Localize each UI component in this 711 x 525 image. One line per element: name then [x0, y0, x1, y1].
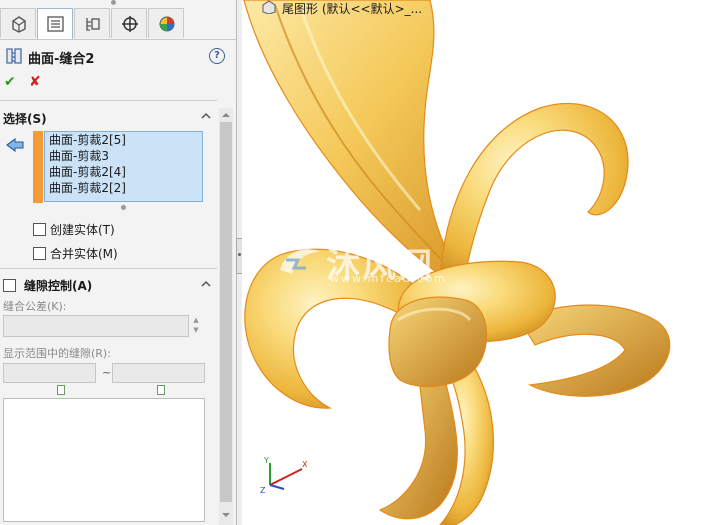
tab-configuration-manager[interactable] [74, 8, 110, 38]
manager-tabs [0, 8, 236, 40]
selection-color-bar [33, 131, 43, 203]
property-manager-icon [47, 16, 64, 32]
list-item[interactable]: 曲面-剪裁2[4] [45, 164, 202, 180]
selection-list[interactable]: 曲面-剪裁2[5] 曲面-剪裁3 曲面-剪裁2[4] 曲面-剪裁2[2] [44, 131, 203, 202]
knit-tolerance-label: 缝合公差(K): [3, 300, 67, 313]
svg-text:X: X [302, 460, 308, 469]
gap-min-slider-thumb[interactable] [57, 385, 65, 395]
panel-scrollbar[interactable] [219, 108, 233, 525]
tab-feature-manager[interactable] [0, 8, 36, 38]
feature-manager-icon [12, 16, 26, 33]
tab-property-manager[interactable] [37, 8, 73, 40]
gap-range-max-input[interactable] [112, 363, 205, 383]
range-separator: ~ [102, 366, 112, 379]
page-title: 曲面-缝合2 [28, 52, 95, 67]
tolerance-spinner[interactable]: ▲ ▼ [190, 315, 202, 337]
checkbox-box[interactable] [33, 247, 46, 260]
watermark-url: www.mfcad.com [330, 272, 447, 285]
knit-surface-icon [6, 48, 22, 64]
gap-range-label: 显示范围中的缝隙(R): [3, 347, 111, 360]
svg-text:Y: Y [263, 456, 269, 465]
create-solid-checkbox[interactable]: 创建实体(T) [33, 221, 115, 237]
scroll-up-icon[interactable] [221, 110, 231, 120]
feature-tree-flyout-label[interactable]: 尾图形 (默认<<默认>_... [282, 0, 422, 17]
scroll-down-icon[interactable] [221, 510, 231, 520]
gap-list[interactable] [3, 398, 205, 522]
dimxpert-manager-icon [122, 16, 138, 32]
chevron-up-icon[interactable] [201, 279, 211, 289]
merge-entities-checkbox[interactable]: 合并实体(M) [33, 245, 118, 261]
list-item[interactable]: 曲面-剪裁2[2] [45, 180, 202, 196]
axis-triad-icon: Y X Z [260, 456, 308, 495]
checkbox-box[interactable] [33, 223, 46, 236]
watermark-logo-icon [280, 249, 320, 274]
svg-text:Z: Z [260, 486, 266, 495]
chevron-up-icon[interactable] [201, 111, 211, 121]
ok-button[interactable]: ✔ [4, 74, 16, 90]
section-label: 缝隙控制(A) [24, 279, 93, 293]
scroll-thumb[interactable] [220, 122, 232, 502]
gap-max-slider-thumb[interactable] [157, 385, 165, 395]
list-resize-dot[interactable] [121, 205, 126, 210]
gap-range-min-input[interactable] [3, 363, 96, 383]
gap-control-section-header[interactable]: 缝隙控制(A) [3, 277, 92, 294]
cancel-button[interactable]: ✘ [29, 74, 41, 90]
tab-display-manager[interactable] [148, 8, 184, 38]
configuration-manager-icon [86, 18, 100, 31]
display-manager-icon [159, 16, 175, 32]
help-icon[interactable]: ? [209, 48, 225, 64]
tab-dimxpert-manager[interactable] [111, 8, 147, 38]
checkbox-label: 创建实体(T) [50, 223, 115, 237]
graphics-viewport[interactable]: 沐风网 www.mfcad.com Y X Z [242, 0, 711, 525]
panel-resize-dot[interactable] [111, 0, 116, 5]
selection-pointer-icon [6, 137, 24, 153]
list-item[interactable]: 曲面-剪裁2[5] [45, 132, 202, 148]
checkbox-label: 合并实体(M) [50, 247, 118, 261]
selection-section-header[interactable]: 选择(S) [3, 110, 47, 127]
gap-control-checkbox[interactable] [3, 279, 16, 292]
part-icon[interactable] [260, 0, 278, 14]
property-manager: 曲面-缝合2 ? ✔ ✘ 选择(S) 曲面-剪裁2[5] 曲面-剪裁3 曲面-剪… [0, 0, 237, 525]
knit-tolerance-input[interactable] [3, 315, 189, 337]
list-item[interactable]: 曲面-剪裁3 [45, 148, 202, 164]
